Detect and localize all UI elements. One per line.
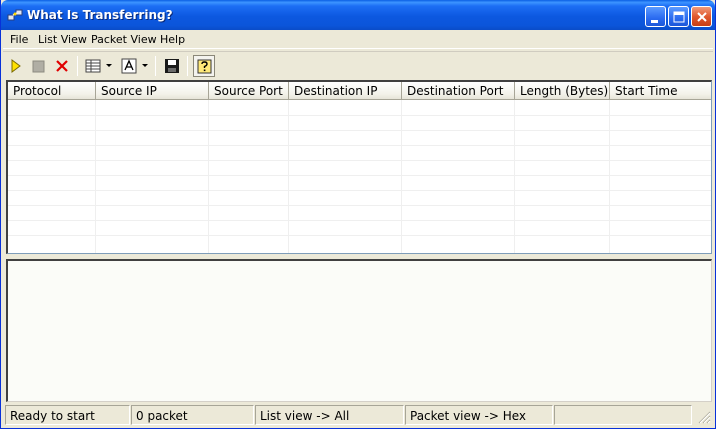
menu-file[interactable]: File xyxy=(10,33,28,46)
grid-line xyxy=(8,220,711,221)
column-destination-ip[interactable]: Destination IP xyxy=(289,82,402,100)
toolbar xyxy=(3,51,713,78)
menu-bar: File List View Packet View Help xyxy=(3,30,713,49)
resize-grip-icon[interactable] xyxy=(697,410,711,424)
status-packet-view: Packet view -> Hex xyxy=(405,405,553,425)
grid-line xyxy=(8,235,711,236)
about-button[interactable] xyxy=(193,55,215,77)
column-length[interactable]: Length (Bytes) xyxy=(515,82,610,100)
play-icon xyxy=(11,59,21,73)
stop-icon xyxy=(32,60,45,73)
toolbar-separator xyxy=(187,56,188,76)
status-list-view: List view -> All xyxy=(255,405,404,425)
minimize-button[interactable] xyxy=(645,6,666,27)
maximize-icon xyxy=(673,11,685,23)
status-packet-count: 0 packet xyxy=(131,405,254,425)
toolbar-separator xyxy=(155,56,156,76)
grid-line xyxy=(401,100,402,253)
grid-line xyxy=(208,100,209,253)
grid-line xyxy=(95,100,96,253)
app-window: What Is Transferring? File List View Pac… xyxy=(0,0,716,429)
close-icon xyxy=(697,12,707,22)
grid-line xyxy=(8,115,711,116)
list-columns-dropdown[interactable] xyxy=(104,55,115,77)
menu-help[interactable]: Help xyxy=(160,33,185,46)
column-source-ip[interactable]: Source IP xyxy=(96,82,209,100)
start-button[interactable] xyxy=(5,55,27,77)
list-columns-button[interactable] xyxy=(82,55,104,77)
grid-line xyxy=(8,205,711,206)
list-header: Protocol Source IP Source Port Destinati… xyxy=(8,82,711,100)
list-body[interactable] xyxy=(8,100,711,253)
save-button[interactable] xyxy=(161,55,183,77)
grid-line xyxy=(514,100,515,253)
stop-button[interactable] xyxy=(28,55,50,77)
dropdown-arrow-icon xyxy=(142,64,148,67)
column-protocol[interactable]: Protocol xyxy=(8,82,96,100)
menu-list-view[interactable]: List View xyxy=(38,33,87,46)
status-state: Ready to start xyxy=(5,405,130,425)
clear-button[interactable] xyxy=(51,55,73,77)
dropdown-arrow-icon xyxy=(106,64,112,67)
network-app-icon xyxy=(7,7,23,23)
grid-line xyxy=(8,175,711,176)
column-destination-port[interactable]: Destination Port xyxy=(402,82,515,100)
save-icon xyxy=(165,59,179,73)
minimize-icon xyxy=(651,20,658,23)
column-source-port[interactable]: Source Port xyxy=(209,82,289,100)
grid-line xyxy=(8,190,711,191)
delete-icon xyxy=(56,60,68,72)
grid-line xyxy=(8,160,711,161)
help-icon xyxy=(197,59,212,74)
window-title: What Is Transferring? xyxy=(27,8,173,22)
font-button[interactable] xyxy=(118,55,140,77)
packet-list-view[interactable]: Protocol Source IP Source Port Destinati… xyxy=(6,80,712,254)
font-icon xyxy=(121,58,137,74)
maximize-button[interactable] xyxy=(668,6,689,27)
list-columns-icon xyxy=(85,59,101,73)
status-extra xyxy=(554,405,692,425)
toolbar-separator xyxy=(77,56,78,76)
title-bar[interactable]: What Is Transferring? xyxy=(1,0,715,30)
grid-line xyxy=(288,100,289,253)
menu-packet-view[interactable]: Packet View xyxy=(91,33,157,46)
font-dropdown[interactable] xyxy=(140,55,151,77)
column-start-time[interactable]: Start Time xyxy=(610,82,711,100)
close-button[interactable] xyxy=(691,6,712,27)
grid-line xyxy=(8,130,711,131)
packet-detail-view[interactable] xyxy=(6,259,712,402)
grid-line xyxy=(609,100,610,253)
grid-line xyxy=(8,145,711,146)
status-bar: Ready to start 0 packet List view -> All… xyxy=(3,404,713,426)
